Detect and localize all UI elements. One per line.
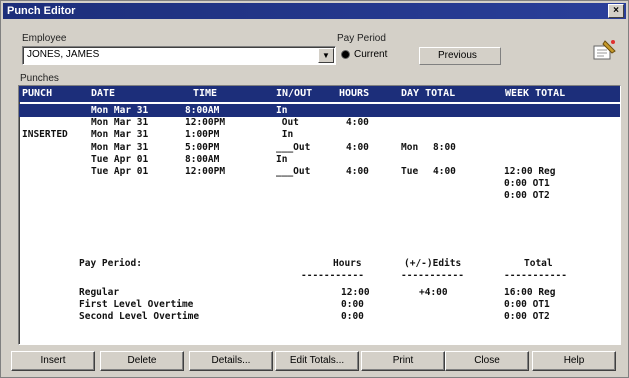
row-inout-cell: ___Out xyxy=(276,166,311,177)
list-header: PUNCH DATE TIME IN/OUT HOURS DAY TOTAL W… xyxy=(19,86,620,102)
row-week-total-cell: 12:00 Reg xyxy=(504,166,556,177)
row-week-total-cell: 0:00 OT1 xyxy=(504,178,550,190)
row-week-total-cell: 0:00 OT2 xyxy=(504,190,550,202)
row-time-cell: 12:00PM xyxy=(185,166,226,177)
row-date-cell: Mon Mar 31 xyxy=(91,105,149,116)
row-inout-cell: In xyxy=(276,153,288,165)
row-date-cell: Mon Mar 31 xyxy=(91,129,149,141)
row-date-cell: Mon Mar 31 xyxy=(91,117,149,129)
row-time-cell: 5:00PM xyxy=(185,141,220,153)
pay-period-previous-radio[interactable]: Previous xyxy=(419,47,501,65)
row-inout-cell: In xyxy=(276,129,294,141)
row-time-cell: 12:00PM xyxy=(185,117,226,129)
employee-select[interactable]: JONES, JAMES ▼ xyxy=(22,46,336,65)
col-hours[interactable]: HOURS xyxy=(339,88,369,99)
summary-hours-dashes: ----------- xyxy=(301,270,364,281)
row-day-cell: Mon xyxy=(401,141,419,153)
col-time[interactable]: TIME xyxy=(193,88,217,99)
chevron-down-icon[interactable]: ▼ xyxy=(318,48,334,63)
col-week-total[interactable]: WEEK TOTAL xyxy=(505,88,565,99)
row-date-cell: Tue Apr 01 xyxy=(91,153,149,165)
punch-editor-window: Punch Editor × Employee JONES, JAMES ▼ P… xyxy=(0,0,629,378)
row-inout-cell: ___Out xyxy=(276,141,311,153)
insert-button[interactable]: Insert xyxy=(11,351,95,371)
col-inout[interactable]: IN/OUT xyxy=(276,88,312,99)
summary-line-label: First Level Overtime xyxy=(79,299,194,311)
window-title: Punch Editor xyxy=(7,5,76,17)
title-bar: Punch Editor × xyxy=(3,3,626,19)
summary-total-header: Total xyxy=(524,258,553,269)
row-hours-cell: 4:00 xyxy=(346,166,369,177)
row-date-cell: Mon Mar 31 xyxy=(91,141,149,153)
row-day-total-cell: 8:00 xyxy=(433,141,456,153)
row-inout-cell: In xyxy=(276,105,288,116)
summary-line-total: 16:00 Reg xyxy=(504,287,556,298)
summary-line-edits: +4:00 xyxy=(419,287,448,298)
button-bar: Insert Delete Details... Edit Totals... … xyxy=(11,351,620,371)
col-day-total[interactable]: DAY TOTAL xyxy=(401,88,455,99)
pay-period-label: Pay Period xyxy=(337,33,386,44)
summary-line-total: 0:00 OT1 xyxy=(504,299,550,311)
row-day-cell: Tue xyxy=(401,166,419,177)
row-hours-cell: 4:00 xyxy=(346,141,369,153)
wizard-icon[interactable] xyxy=(591,37,617,63)
summary-edits-header: (+/-)Edits xyxy=(404,258,462,269)
row-date-cell: Tue Apr 01 xyxy=(91,166,149,177)
summary-line-label: Regular xyxy=(79,287,120,298)
help-button[interactable]: Help xyxy=(532,351,616,371)
row-punch-cell: INSERTED xyxy=(22,129,68,141)
edit-totals-button[interactable]: Edit Totals... xyxy=(275,351,359,371)
row-inout-cell: Out xyxy=(276,117,299,129)
summary-hours-header: Hours xyxy=(333,258,362,269)
summary-line-hours: 0:00 xyxy=(341,311,364,323)
summary-line-hours: 0:00 xyxy=(341,299,364,311)
row-day-total-cell: 4:00 xyxy=(433,166,456,177)
summary-total-dashes: ----------- xyxy=(504,270,567,281)
pay-period-previous-label: Previous xyxy=(438,50,477,61)
punches-label: Punches xyxy=(20,73,59,84)
row-time-cell: 8:00AM xyxy=(185,153,220,165)
employee-value: JONES, JAMES xyxy=(27,49,100,60)
row-time-cell: 8:00AM xyxy=(185,105,220,116)
delete-button[interactable]: Delete xyxy=(100,351,184,371)
col-punch[interactable]: PUNCH xyxy=(22,88,52,99)
summary-title: Pay Period: xyxy=(79,258,142,269)
pay-period-current-label: Current xyxy=(354,49,388,60)
print-button[interactable]: Print xyxy=(361,351,445,371)
summary-edits-dashes: ----------- xyxy=(401,270,464,281)
summary-line-total: 0:00 OT2 xyxy=(504,311,550,323)
details-button[interactable]: Details... xyxy=(189,351,273,371)
row-time-cell: 1:00PM xyxy=(185,129,220,141)
close-icon[interactable]: × xyxy=(608,4,624,18)
col-date[interactable]: DATE xyxy=(91,88,115,99)
radio-selected-icon xyxy=(341,50,350,59)
summary-line-label: Second Level Overtime xyxy=(79,311,200,323)
row-hours-cell: 4:00 xyxy=(346,117,369,129)
pay-period-current-radio[interactable]: Current xyxy=(341,49,387,60)
summary-line-hours: 12:00 xyxy=(341,287,370,298)
employee-label: Employee xyxy=(22,33,67,44)
punches-list[interactable]: PUNCH DATE TIME IN/OUT HOURS DAY TOTAL W… xyxy=(18,85,621,345)
close-button[interactable]: Close xyxy=(445,351,529,371)
